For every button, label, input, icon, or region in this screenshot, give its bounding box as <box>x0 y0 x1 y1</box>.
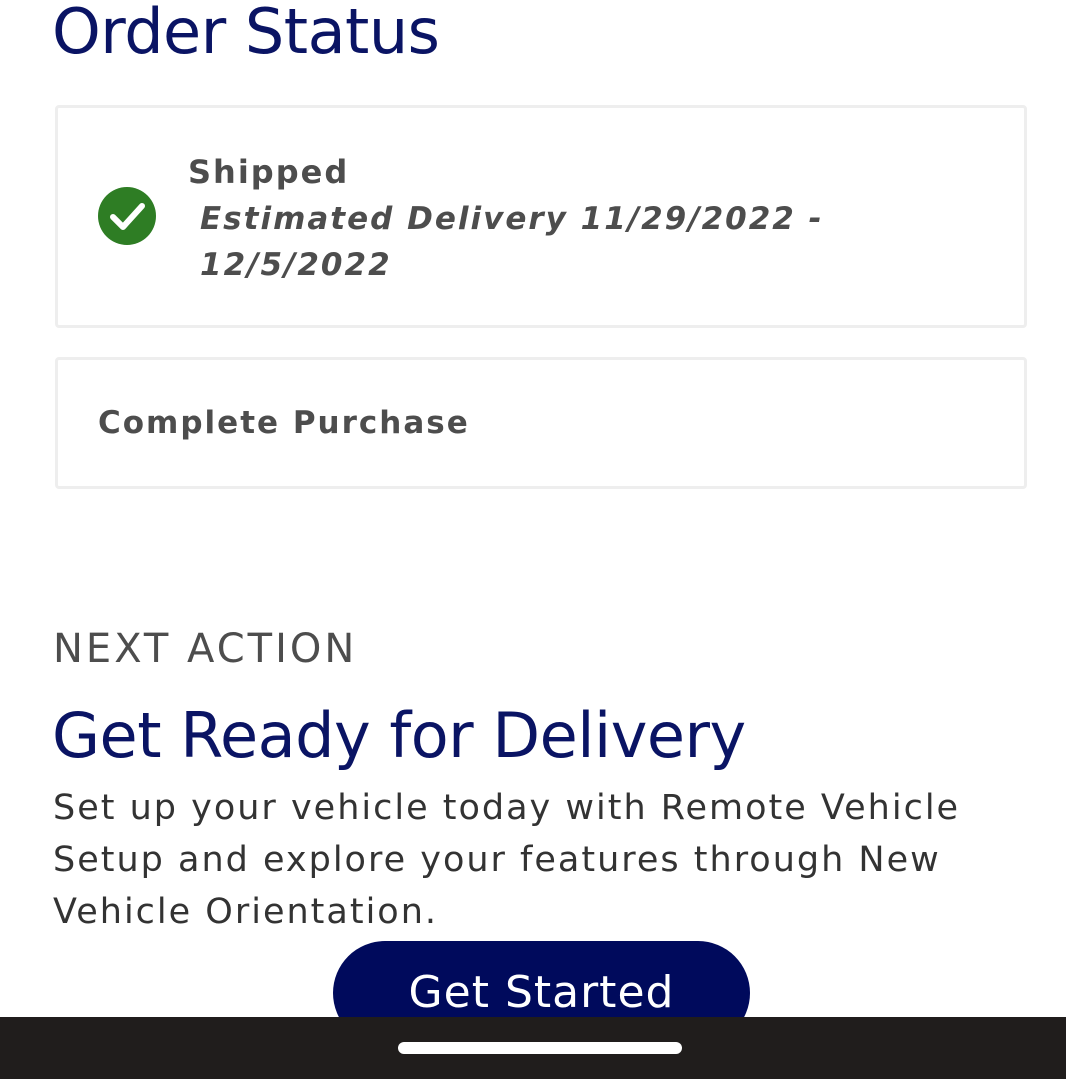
shipped-status-label: Shipped <box>188 153 350 191</box>
shipped-status-card[interactable]: Shipped Estimated Delivery 11/29/2022 - … <box>55 105 1027 328</box>
system-navigation-bar <box>0 1017 1066 1079</box>
home-indicator[interactable] <box>398 1042 682 1054</box>
page-title: Order Status <box>52 0 440 68</box>
next-action-heading: Get Ready for Delivery <box>52 699 746 772</box>
order-status-page: Order Status Shipped Estimated Delivery … <box>0 0 1066 1079</box>
complete-purchase-label: Complete Purchase <box>98 405 470 441</box>
next-action-description: Set up your vehicle today with Remote Ve… <box>53 788 961 932</box>
check-circle-icon <box>98 187 156 245</box>
estimated-delivery-text: Estimated Delivery 11/29/2022 - 12/5/202… <box>200 201 824 283</box>
next-action-label: NEXT ACTION <box>53 626 358 672</box>
complete-purchase-card[interactable]: Complete Purchase <box>55 357 1027 489</box>
